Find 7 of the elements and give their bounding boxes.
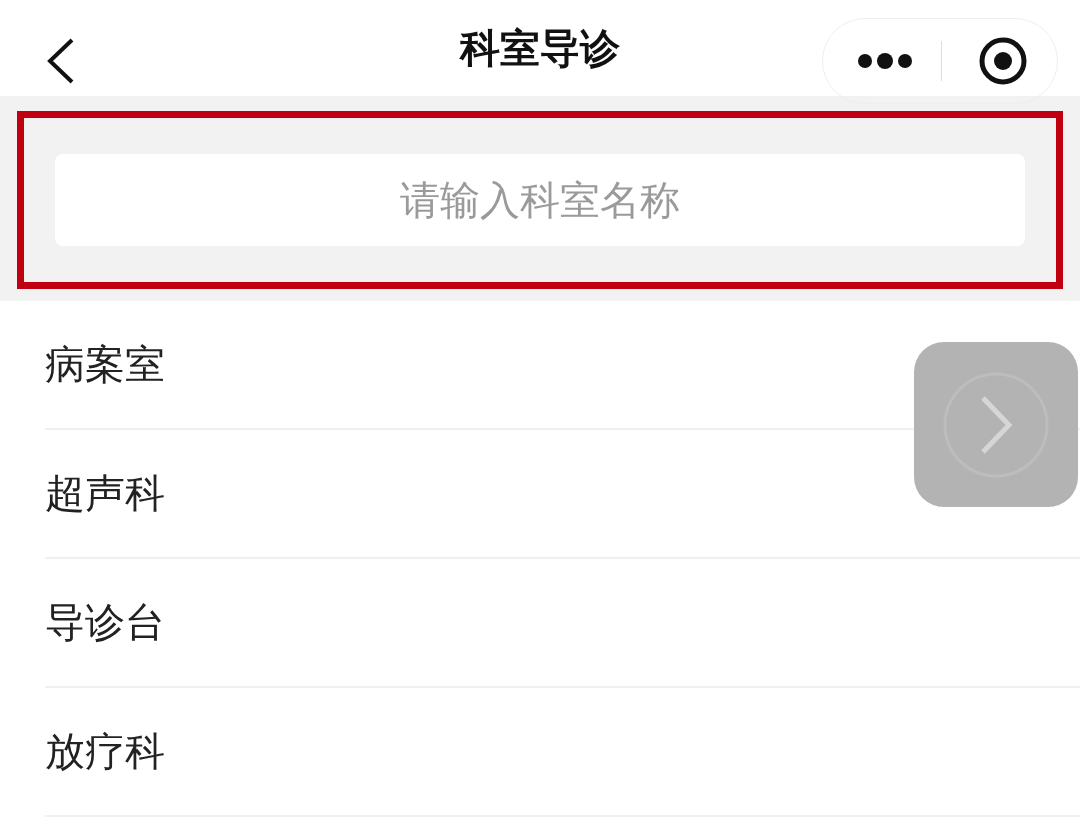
search-field[interactable]: 请输入科室名称 (55, 154, 1025, 246)
more-icon[interactable] (857, 53, 913, 69)
department-item[interactable]: 超声科 (45, 466, 165, 521)
page-title: 科室导诊 (460, 23, 620, 73)
department-item[interactable]: 放疗科 (45, 724, 165, 779)
department-item[interactable]: 病案室 (45, 337, 165, 392)
department-item[interactable]: 导诊台 (45, 595, 165, 650)
